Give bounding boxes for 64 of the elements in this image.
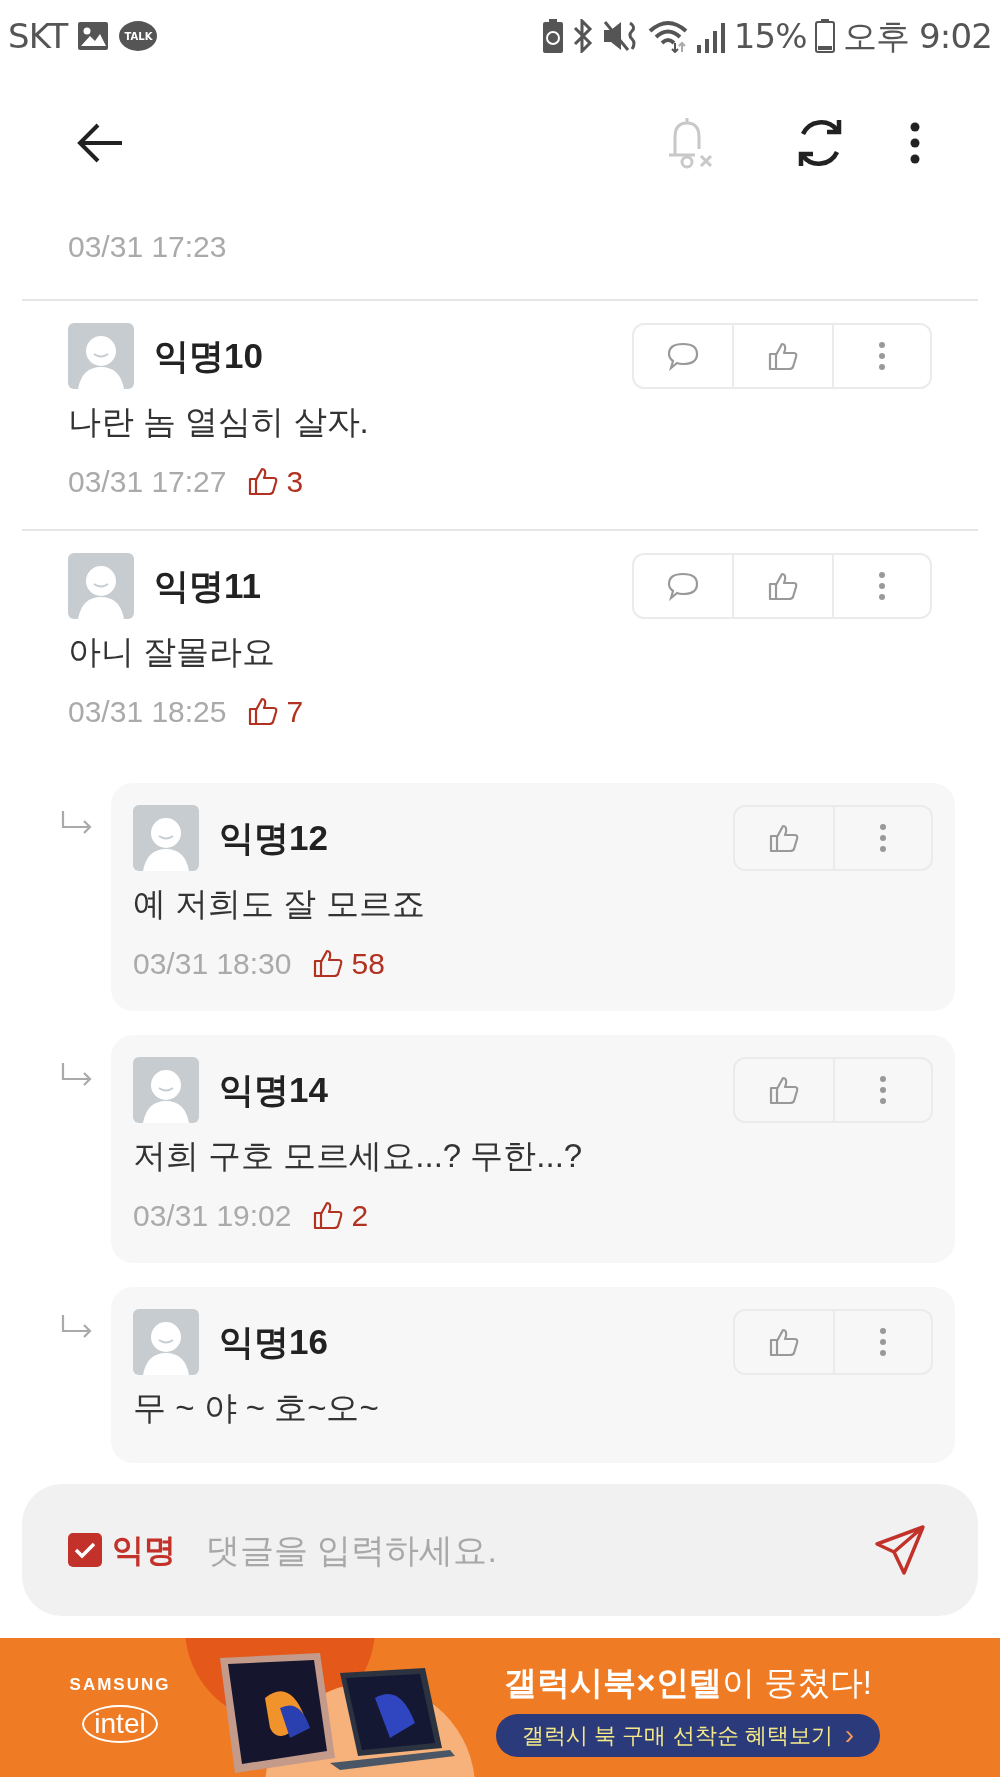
more-icon — [878, 571, 886, 601]
like-count-icon — [313, 948, 344, 978]
like-count: 58 — [351, 945, 385, 982]
ad-headline: 이 뭉쳤다! — [721, 1663, 872, 1704]
thumbs-up-icon — [769, 823, 799, 853]
battery-percent: 15% — [733, 14, 807, 58]
more-icon — [879, 1075, 887, 1105]
carrier-name: SKT — [8, 14, 68, 58]
thumbs-up-icon — [769, 1327, 799, 1357]
avatar-icon — [68, 553, 134, 619]
comment-text: 나란 놈 열심히 살자. — [68, 403, 369, 440]
chat-app-icon: TALK — [119, 21, 158, 51]
battery-icon — [814, 19, 835, 53]
anonymous-label: 익명 — [112, 1531, 176, 1570]
comment-text: 무 ~ 야 ~ 호~오~ — [133, 1389, 379, 1426]
wifi-icon — [647, 19, 688, 53]
back-icon — [76, 123, 124, 163]
brand-logo: intel — [82, 1705, 158, 1744]
clock: 오후 9:02 — [842, 14, 992, 58]
like-count-icon — [248, 466, 279, 496]
comment-timestamp: 03/31 17:27 — [68, 463, 227, 500]
checkmark-icon — [74, 1541, 96, 1559]
author-name: 익명16 — [219, 1320, 328, 1363]
more-icon — [878, 341, 886, 371]
anonymous-checkbox[interactable] — [68, 1533, 102, 1567]
comment-text: 예 저희도 잘 모르죠 — [133, 885, 425, 922]
post-timestamp: 03/31 17:23 — [68, 230, 227, 263]
comment-timestamp: 03/31 18:30 — [133, 945, 292, 982]
brand-logo: SAMSUNG — [69, 1673, 171, 1696]
thumbs-up-icon — [768, 571, 798, 601]
avatar-icon — [68, 323, 134, 389]
comment-input[interactable]: 익명 댓글을 입력하세요. — [22, 1484, 978, 1616]
like-count-icon — [248, 696, 279, 726]
image-icon — [77, 21, 110, 51]
more-icon — [879, 1327, 887, 1357]
comment-text: 아니 잘몰라요 — [68, 633, 276, 670]
send-button[interactable] — [872, 1522, 928, 1578]
avatar-icon — [133, 805, 199, 871]
like-count: 2 — [351, 1197, 369, 1234]
avatar-icon — [133, 1309, 199, 1375]
battery-saver-icon — [541, 19, 564, 53]
avatar-icon — [133, 1057, 199, 1123]
like-count-icon — [313, 1200, 344, 1230]
like-count: 3 — [286, 463, 304, 500]
comment-text-input[interactable]: 댓글을 입력하세요. — [206, 1524, 872, 1576]
ad-banner[interactable]: SAMSUNG intel 갤럭시북×인텔이 뭉쳤다! 갤럭시 북 구매 선착순 혜택보기 › — [0, 1638, 1000, 1777]
ad-cta-button[interactable]: 갤럭시 북 구매 선착순 혜택보기 › — [496, 1713, 880, 1757]
author-name: 익명14 — [219, 1068, 328, 1111]
like-count: 7 — [286, 693, 304, 730]
speech-bubble-icon — [667, 341, 699, 371]
comment-timestamp: 03/31 18:25 — [68, 693, 227, 730]
comment-text: 저희 구호 모르세요...? 무한...? — [133, 1137, 583, 1174]
more-icon — [879, 823, 887, 853]
thumbs-up-icon — [769, 1075, 799, 1105]
more-icon — [910, 122, 920, 164]
author-name: 익명10 — [154, 334, 263, 377]
author-name: 익명11 — [154, 564, 261, 607]
comment-timestamp: 03/31 19:02 — [133, 1197, 292, 1234]
thumbs-up-icon — [768, 341, 798, 371]
ad-headline: 갤럭시북×인텔 — [504, 1663, 722, 1704]
bluetooth-icon — [571, 19, 594, 53]
send-icon — [874, 1524, 926, 1576]
speech-bubble-icon — [667, 571, 699, 601]
author-name: 익명12 — [219, 816, 328, 859]
